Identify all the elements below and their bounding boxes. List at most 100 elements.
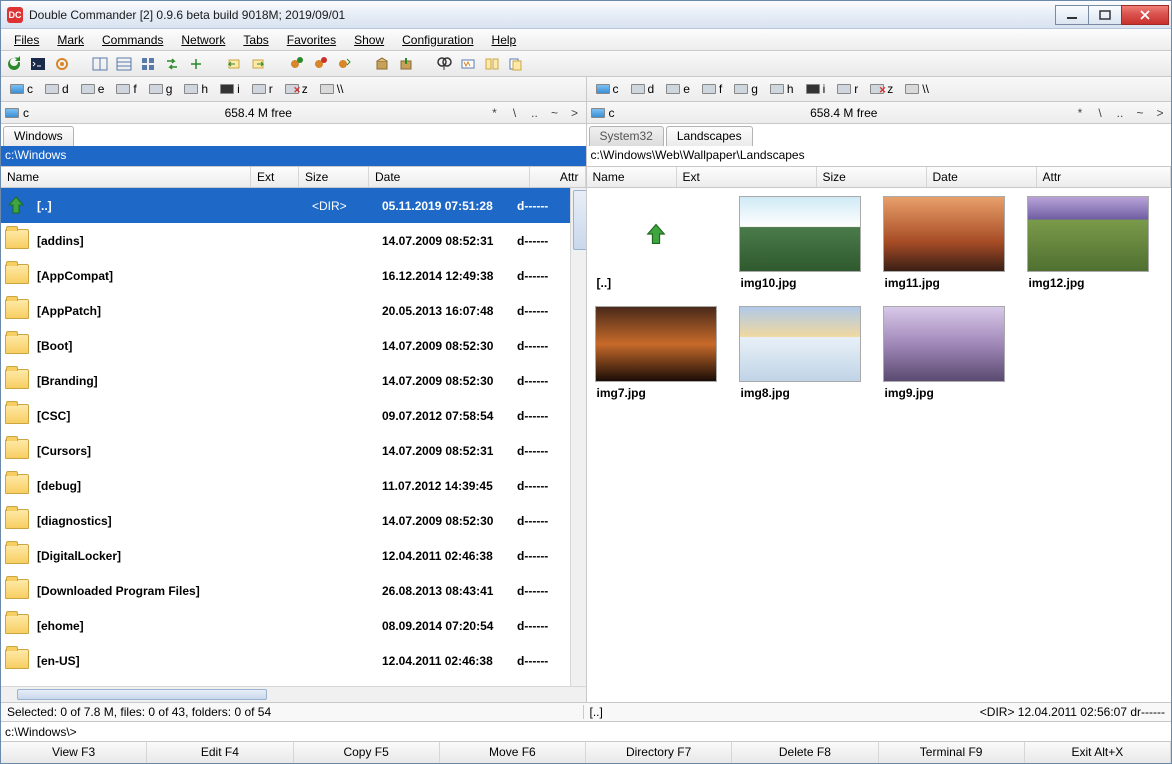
vertical-scrollbar[interactable] bbox=[570, 188, 586, 686]
thumb-up[interactable]: [..] bbox=[595, 196, 717, 290]
gear-swap-icon[interactable] bbox=[335, 55, 353, 73]
brief-view-icon[interactable] bbox=[91, 55, 109, 73]
pack-icon[interactable] bbox=[373, 55, 391, 73]
nav-up-icon[interactable]: .. bbox=[1113, 106, 1127, 120]
list-row[interactable]: [DigitalLocker]12.04.2011 02:46:38d-----… bbox=[1, 538, 586, 573]
nav-up-icon[interactable]: .. bbox=[528, 106, 542, 120]
thumb-view-icon[interactable] bbox=[139, 55, 157, 73]
menu-show[interactable]: Show bbox=[345, 30, 393, 50]
col-name[interactable]: Name bbox=[1, 167, 251, 187]
fn-delete[interactable]: Delete F8 bbox=[732, 742, 878, 763]
target-equal-source-icon[interactable] bbox=[187, 55, 205, 73]
drive-network[interactable]: \\ bbox=[315, 80, 349, 98]
list-row[interactable]: [en-US]12.04.2011 02:46:38d------ bbox=[1, 643, 586, 678]
drive-e[interactable]: e bbox=[76, 80, 110, 98]
right-thumbnail-grid[interactable]: [..]img10.jpgimg11.jpgimg12.jpgimg7.jpgi… bbox=[587, 188, 1172, 702]
menu-mark[interactable]: Mark bbox=[48, 30, 93, 50]
tab-landscapes[interactable]: Landscapes bbox=[666, 126, 753, 146]
drive-e[interactable]: e bbox=[661, 80, 695, 98]
col-attr[interactable]: Attr bbox=[1037, 167, 1172, 187]
right-path[interactable]: c:\Windows\Web\Wallpaper\Landscapes bbox=[587, 146, 1172, 166]
thumb-img8.jpg[interactable]: img8.jpg bbox=[739, 306, 861, 400]
nav-forward-icon[interactable]: > bbox=[568, 106, 582, 120]
copy-names-icon[interactable] bbox=[507, 55, 525, 73]
list-row[interactable]: [debug]11.07.2012 14:39:45d------ bbox=[1, 468, 586, 503]
drive-h[interactable]: h bbox=[765, 80, 799, 98]
unpack-icon[interactable] bbox=[397, 55, 415, 73]
tab-windows[interactable]: Windows bbox=[3, 126, 74, 146]
drive-h[interactable]: h bbox=[179, 80, 213, 98]
sync-dirs-icon[interactable] bbox=[483, 55, 501, 73]
thumb-img10.jpg[interactable]: img10.jpg bbox=[739, 196, 861, 290]
fn-edit[interactable]: Edit F4 bbox=[147, 742, 293, 763]
options-icon[interactable] bbox=[53, 55, 71, 73]
nav-favorites-icon[interactable]: * bbox=[488, 106, 502, 120]
drive-f[interactable]: f bbox=[697, 80, 727, 98]
list-row[interactable]: [diagnostics]14.07.2009 08:52:30d------ bbox=[1, 503, 586, 538]
list-row[interactable]: [AppPatch]20.05.2013 16:07:48d------ bbox=[1, 293, 586, 328]
maximize-button[interactable] bbox=[1088, 5, 1122, 25]
drive-i[interactable]: i bbox=[215, 80, 245, 98]
list-row[interactable]: [Downloaded Program Files]26.08.2013 08:… bbox=[1, 573, 586, 608]
thumb-img12.jpg[interactable]: img12.jpg bbox=[1027, 196, 1149, 290]
cmd-input[interactable] bbox=[81, 725, 1167, 739]
list-row[interactable]: [CSC]09.07.2012 07:58:54d------ bbox=[1, 398, 586, 433]
full-view-icon[interactable] bbox=[115, 55, 133, 73]
drive-r[interactable]: r bbox=[832, 80, 863, 98]
drive-d[interactable]: d bbox=[626, 80, 660, 98]
list-row[interactable]: [ehome]08.09.2014 07:20:54d------ bbox=[1, 608, 586, 643]
drive-network[interactable]: \\ bbox=[900, 80, 934, 98]
drive-z[interactable]: z bbox=[865, 80, 898, 98]
menu-help[interactable]: Help bbox=[483, 30, 526, 50]
drive-g[interactable]: g bbox=[729, 80, 763, 98]
nav-home-icon[interactable]: ~ bbox=[548, 106, 562, 120]
col-ext[interactable]: Ext bbox=[251, 167, 299, 187]
nav-home-icon[interactable]: ~ bbox=[1133, 106, 1147, 120]
nav-forward-icon[interactable]: > bbox=[1153, 106, 1167, 120]
list-row-up[interactable]: [..] <DIR> 05.11.2019 07:51:28 d------ bbox=[1, 188, 586, 223]
drive-c[interactable]: c bbox=[5, 80, 38, 98]
drive-g[interactable]: g bbox=[144, 80, 178, 98]
gear-minus-icon[interactable] bbox=[311, 55, 329, 73]
gear-plus-icon[interactable] bbox=[287, 55, 305, 73]
thumb-img11.jpg[interactable]: img11.jpg bbox=[883, 196, 1005, 290]
tab-system32[interactable]: System32 bbox=[589, 126, 664, 146]
horizontal-scrollbar[interactable] bbox=[1, 686, 586, 702]
copy-right-icon[interactable] bbox=[249, 55, 267, 73]
drive-i[interactable]: i bbox=[801, 80, 831, 98]
command-line[interactable]: c:\Windows\> bbox=[1, 721, 1171, 741]
search-icon[interactable] bbox=[435, 55, 453, 73]
col-size[interactable]: Size bbox=[817, 167, 927, 187]
fn-view[interactable]: View F3 bbox=[1, 742, 147, 763]
list-row[interactable]: [Branding]14.07.2009 08:52:30d------ bbox=[1, 363, 586, 398]
copy-left-icon[interactable] bbox=[225, 55, 243, 73]
terminal-icon[interactable] bbox=[29, 55, 47, 73]
fn-exit[interactable]: Exit Alt+X bbox=[1025, 742, 1171, 763]
list-row[interactable]: [AppCompat]16.12.2014 12:49:38d------ bbox=[1, 258, 586, 293]
list-row[interactable]: [Boot]14.07.2009 08:52:30d------ bbox=[1, 328, 586, 363]
nav-root-icon[interactable]: \ bbox=[508, 106, 522, 120]
current-drive-button[interactable]: c bbox=[591, 106, 615, 120]
thumb-img7.jpg[interactable]: img7.jpg bbox=[595, 306, 717, 400]
fn-copy[interactable]: Copy F5 bbox=[294, 742, 440, 763]
multirename-icon[interactable] bbox=[459, 55, 477, 73]
close-button[interactable] bbox=[1121, 5, 1169, 25]
drive-r[interactable]: r bbox=[247, 80, 278, 98]
list-row[interactable]: [addins]14.07.2009 08:52:31d------ bbox=[1, 223, 586, 258]
thumb-img9.jpg[interactable]: img9.jpg bbox=[883, 306, 1005, 400]
col-date[interactable]: Date bbox=[369, 167, 530, 187]
fn-directory[interactable]: Directory F7 bbox=[586, 742, 732, 763]
menu-commands[interactable]: Commands bbox=[93, 30, 172, 50]
minimize-button[interactable] bbox=[1055, 5, 1089, 25]
list-row[interactable]: [Cursors]14.07.2009 08:52:31d------ bbox=[1, 433, 586, 468]
drive-c[interactable]: c bbox=[591, 80, 624, 98]
col-date[interactable]: Date bbox=[927, 167, 1037, 187]
swap-panels-icon[interactable] bbox=[163, 55, 181, 73]
menu-configuration[interactable]: Configuration bbox=[393, 30, 482, 50]
col-ext[interactable]: Ext bbox=[677, 167, 817, 187]
nav-root-icon[interactable]: \ bbox=[1093, 106, 1107, 120]
menu-files[interactable]: Files bbox=[5, 30, 48, 50]
menu-favorites[interactable]: Favorites bbox=[278, 30, 345, 50]
left-path[interactable]: c:\Windows bbox=[1, 146, 587, 166]
drive-f[interactable]: f bbox=[111, 80, 141, 98]
